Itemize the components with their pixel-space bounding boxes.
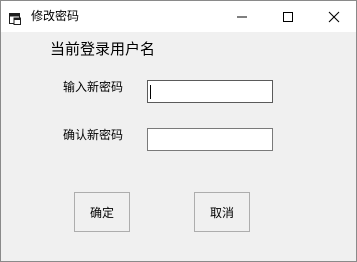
confirm-password-field[interactable] [147, 128, 273, 151]
new-password-label: 输入新密码 [63, 80, 124, 94]
confirm-password-label: 确认新密码 [63, 128, 124, 142]
ok-button[interactable]: 确定 [74, 192, 130, 232]
maximize-button[interactable] [265, 1, 311, 32]
current-username-label: 当前登录用户名 [50, 40, 156, 58]
close-icon [328, 11, 340, 23]
form-window-icon [9, 10, 21, 25]
close-button[interactable] [311, 1, 357, 32]
minimize-icon [237, 16, 247, 18]
window-title: 修改密码 [31, 9, 80, 23]
maximize-icon [283, 12, 293, 22]
change-password-dialog: 修改密码 当前登录用户名 输入新密码 确认新密码 确定 取消 [0, 0, 357, 262]
text-caret [150, 85, 151, 99]
new-password-field[interactable] [147, 80, 273, 103]
minimize-button[interactable] [219, 1, 265, 32]
title-bar[interactable]: 修改密码 [1, 1, 356, 32]
cancel-button[interactable]: 取消 [194, 192, 250, 232]
